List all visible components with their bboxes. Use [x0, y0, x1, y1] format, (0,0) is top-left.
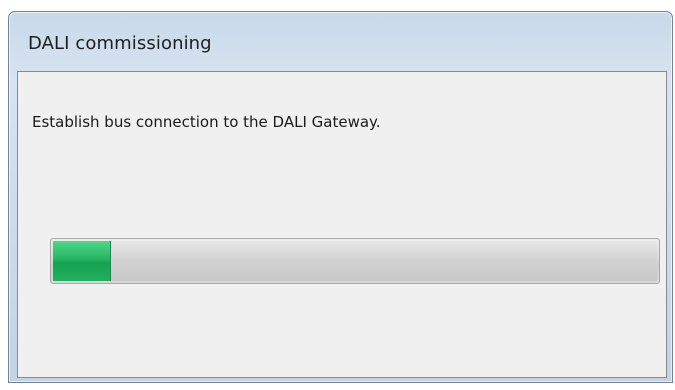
progress-fill: [53, 241, 112, 281]
status-message: Establish bus connection to the DALI Gat…: [32, 113, 381, 131]
title-bar[interactable]: DALI commissioning: [9, 12, 672, 70]
progress-bar: [50, 238, 660, 284]
dialog-window: DALI commissioning Establish bus connect…: [8, 11, 673, 383]
dialog-content: Establish bus connection to the DALI Gat…: [17, 71, 667, 378]
progress-track: [53, 241, 657, 281]
dialog-title: DALI commissioning: [28, 33, 212, 54]
